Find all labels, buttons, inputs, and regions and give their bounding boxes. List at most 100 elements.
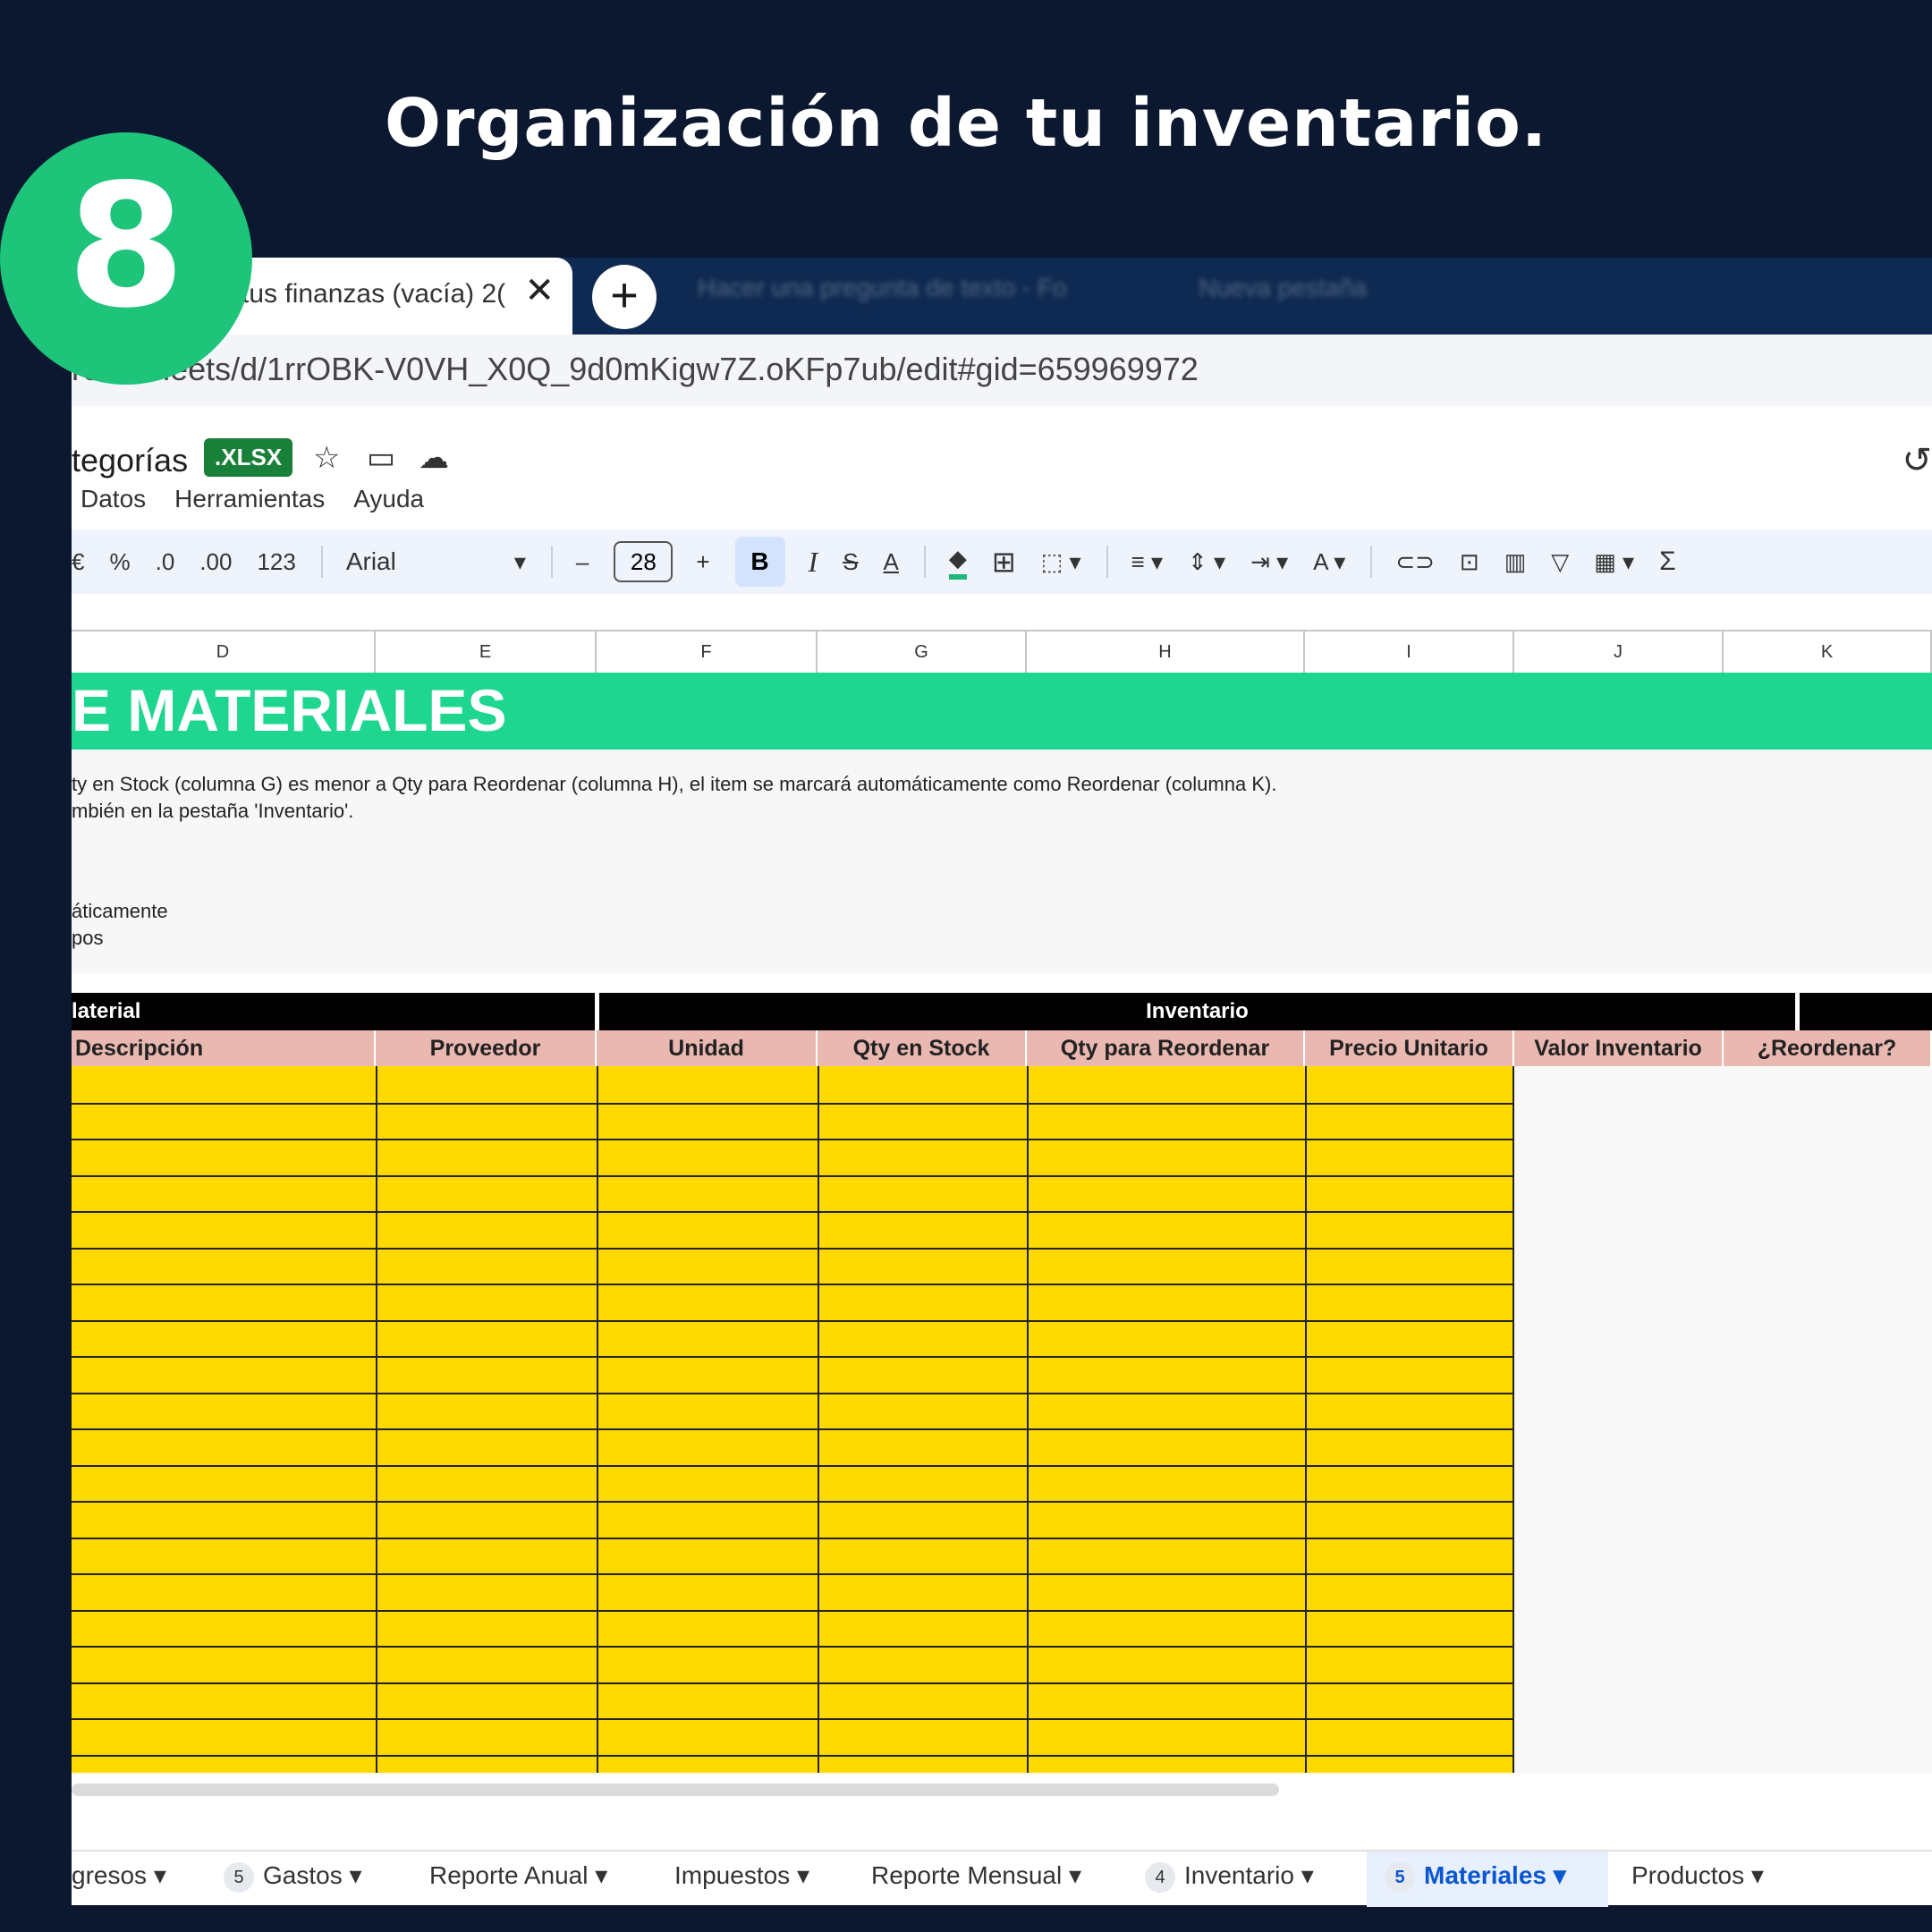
fill-color-icon[interactable]: ◆ — [948, 545, 967, 580]
toolbar-divider — [1106, 546, 1108, 578]
column-header-e[interactable]: E — [376, 630, 597, 673]
sheet-tab-productos[interactable]: Productos ▾ — [1631, 1860, 1764, 1890]
menu-datos[interactable]: Datos — [80, 485, 146, 513]
header-qty-para-reordenar[interactable]: Qty para Reordenar — [1027, 1030, 1305, 1066]
decrease-font-size-button[interactable]: – — [576, 548, 589, 576]
grid-row-line — [72, 1428, 1513, 1430]
font-family-select[interactable]: Arial — [346, 547, 489, 576]
grid-row-line — [72, 1682, 1513, 1684]
document-title[interactable]: tegorías — [72, 442, 188, 479]
grid-row-line — [72, 1211, 1513, 1213]
header-proveedor[interactable]: Proveedor — [376, 1030, 597, 1066]
increase-decimal-button[interactable]: .00 — [199, 548, 232, 576]
sheet-tab-label: gresos — [72, 1861, 148, 1889]
chevron-down-icon[interactable]: ▾ — [514, 548, 526, 576]
percent-format-button[interactable]: % — [109, 548, 130, 576]
grid-row-line — [72, 1284, 1513, 1285]
tab-title: tus finanzas (vacía) 2( — [242, 279, 506, 309]
instruction-line: pos — [72, 927, 104, 949]
grid-row-line — [72, 1319, 1513, 1322]
filter-icon[interactable]: ▽ — [1551, 548, 1569, 576]
sheet-tab-reporte-anual[interactable]: Reporte Anual ▾ — [429, 1860, 607, 1890]
grid-column-line — [376, 1066, 377, 1773]
grid-row-line — [72, 1754, 1513, 1757]
currency-format-button[interactable]: € — [72, 548, 84, 576]
sheet-tab-label: Gastos — [263, 1861, 343, 1889]
font-size-input[interactable]: 28 — [614, 541, 674, 582]
grid-row-line — [72, 1174, 1513, 1177]
sheet-tab-label: Productos — [1631, 1861, 1745, 1889]
sheet-tab-badge: 5 — [224, 1861, 254, 1893]
input-cells-area[interactable] — [72, 1066, 1513, 1773]
browser-tab-background[interactable]: Hacer una pregunta de texto - Fo — [698, 274, 1066, 318]
move-folder-icon[interactable]: ▭ — [367, 440, 395, 476]
grid-column-line — [1513, 1066, 1514, 1773]
sheet-tab-gastos[interactable]: 5 Gastos ▾ — [224, 1860, 362, 1893]
sheet-tab-label: Materiales — [1424, 1861, 1546, 1889]
borders-icon[interactable]: ⊞ — [992, 545, 1016, 579]
star-icon[interactable]: ☆ — [313, 440, 340, 476]
headline: Organización de tu inventario. — [385, 85, 1547, 162]
address-bar[interactable]: readsheets/d/1rrOBK-V0VH_X0Q_9d0mKigw7Z.… — [72, 335, 1932, 406]
grid-column-line — [818, 1066, 819, 1773]
grid-row-line — [72, 1573, 1513, 1575]
menu-herramientas[interactable]: Herramientas — [174, 485, 325, 513]
filter-views-icon[interactable]: ▦ ▾ — [1594, 548, 1634, 576]
column-header-d[interactable]: D — [72, 630, 376, 673]
close-icon[interactable]: ✕ — [524, 270, 555, 311]
text-wrap-icon[interactable]: ⇥ ▾ — [1250, 548, 1288, 576]
text-rotation-icon[interactable]: A ▾ — [1313, 548, 1345, 576]
toolbar-divider — [1370, 546, 1373, 578]
text-color-button[interactable]: A — [884, 548, 899, 576]
group-header-blank — [1800, 993, 1932, 1030]
sum-function-button[interactable]: Σ — [1659, 547, 1676, 577]
sheet-tab-impuestos[interactable]: Impuestos ▾ — [674, 1860, 809, 1890]
browser-tab-background[interactable]: Nueva pestaña — [1199, 274, 1367, 318]
step-badge: 8 — [0, 132, 252, 385]
grid-row-line — [72, 1392, 1513, 1394]
group-header-inventario: Inventario — [599, 993, 1795, 1030]
bold-button[interactable]: B — [734, 537, 785, 587]
chart-icon[interactable]: ▥ — [1504, 548, 1527, 576]
sheet-tab-label: Reporte Anual — [429, 1861, 589, 1889]
sheet-tab-bar: gresos ▾ 5 Gastos ▾ Reporte Anual ▾ Impue… — [72, 1850, 1932, 1907]
new-tab-button[interactable]: + — [592, 265, 657, 329]
header-precio-unitario[interactable]: Precio Unitario — [1305, 1030, 1514, 1066]
computed-cells-area[interactable] — [1513, 1066, 1932, 1773]
strikethrough-button[interactable]: S — [843, 548, 858, 576]
section-banner: E MATERIALES — [72, 673, 1932, 750]
column-header-i[interactable]: I — [1305, 630, 1514, 673]
grid-row-line — [72, 1102, 1513, 1105]
decrease-decimal-button[interactable]: .0 — [156, 548, 175, 576]
comment-icon[interactable]: ⊡ — [1460, 548, 1479, 576]
sheet-tab-label: Impuestos — [674, 1861, 791, 1889]
horizontal-scrollbar[interactable] — [72, 1784, 1279, 1796]
sheets-app: readsheets/d/1rrOBK-V0VH_X0Q_9d0mKigw7Z.… — [72, 335, 1932, 1907]
column-header-k[interactable]: K — [1724, 630, 1932, 673]
column-header-h[interactable]: H — [1027, 630, 1305, 673]
header-descripcion[interactable]: Descripción — [72, 1030, 376, 1066]
column-header-f[interactable]: F — [597, 630, 818, 673]
vertical-align-icon[interactable]: ⇕ ▾ — [1188, 548, 1225, 576]
header-unidad[interactable]: Unidad — [597, 1030, 818, 1066]
number-format-button[interactable]: 123 — [257, 548, 295, 576]
sheet-tab-reporte-mensual[interactable]: Reporte Mensual ▾ — [871, 1860, 1081, 1890]
sheet-tab-ingresos[interactable]: gresos ▾ — [72, 1860, 166, 1890]
increase-font-size-button[interactable]: + — [696, 548, 709, 576]
column-header-g[interactable]: G — [818, 630, 1027, 673]
grid-row-line — [72, 1609, 1513, 1612]
cloud-status-icon[interactable]: ☁ — [419, 440, 449, 476]
sheet-tab-inventario[interactable]: 4 Inventario ▾ — [1145, 1860, 1314, 1893]
sheet-tab-materiales[interactable]: 5 Materiales ▾ — [1385, 1860, 1566, 1893]
merge-cells-icon[interactable]: ⬚ ▾ — [1041, 548, 1081, 576]
horizontal-align-icon[interactable]: ≡ ▾ — [1131, 548, 1163, 576]
header-qty-en-stock[interactable]: Qty en Stock — [818, 1030, 1027, 1066]
column-header-j[interactable]: J — [1514, 630, 1724, 673]
link-icon[interactable]: ⊂⊃ — [1395, 548, 1435, 576]
italic-button[interactable]: I — [809, 546, 818, 579]
menu-ayuda[interactable]: Ayuda — [353, 485, 424, 513]
sheet-tab-label: Inventario — [1184, 1861, 1294, 1889]
header-valor-inventario[interactable]: Valor Inventario — [1514, 1030, 1724, 1066]
history-icon[interactable]: ↺ — [1902, 440, 1932, 481]
header-reordenar[interactable]: ¿Reordenar? — [1724, 1030, 1932, 1066]
